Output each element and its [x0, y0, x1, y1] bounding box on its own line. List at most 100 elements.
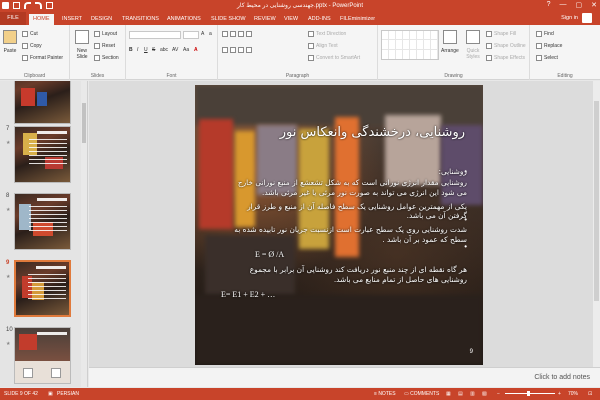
drawing-group: Arrange Quick Styles Shape Fill Shape Ou…	[378, 25, 530, 80]
slide-thumbnail[interactable]	[14, 193, 71, 250]
clipboard-group-label: Clipboard	[23, 73, 46, 79]
zoom-slider-thumb[interactable]	[527, 391, 530, 396]
paragraph-group-label: Paragraph	[285, 73, 310, 79]
slide-thumbnail[interactable]	[14, 327, 71, 384]
thumbnail-row-partial[interactable]	[0, 81, 86, 129]
bullets-button[interactable]	[222, 31, 252, 37]
thumbnail-row[interactable]: 10 ★	[0, 327, 86, 387]
body-bullet: روشنایی مقدار انرژی نورانی است که به شکل…	[237, 178, 467, 197]
text-shadow-button[interactable]: abc	[160, 47, 168, 53]
change-case-button[interactable]: Aa	[183, 47, 189, 53]
notes-button[interactable]: ≡ NOTES	[374, 391, 396, 397]
slideshow-view-icon[interactable]: ▧	[482, 391, 487, 397]
window-title: ﺟﻬﻨﺪسی ﺭوﺷﻨﺎیی ﺩﺭ ﻣﺤﯿﻂ ﮐﺎﺭ.pptx - PowerP…	[236, 3, 364, 9]
help-button[interactable]: ?	[547, 1, 551, 9]
quick-styles-button[interactable]: Quick Styles	[462, 30, 484, 60]
thumbnails-scrollbar[interactable]	[81, 81, 87, 387]
bullets-icon	[222, 31, 228, 37]
notes-pane[interactable]: Click to add notes	[89, 367, 600, 387]
italic-button[interactable]: I	[137, 47, 138, 53]
editor-vertical-scrollbar[interactable]	[593, 81, 600, 367]
section-button[interactable]: Section	[94, 55, 119, 61]
strikethrough-button[interactable]: S	[152, 47, 155, 53]
drawing-group-label: Drawing	[444, 73, 463, 79]
shape-effects-button[interactable]: Shape Effects	[486, 55, 525, 61]
minimize-button[interactable]: —	[560, 1, 567, 9]
thumbnail-row[interactable]: 7 ★	[0, 126, 86, 188]
zoom-level[interactable]: 70%	[568, 391, 578, 397]
notes-placeholder[interactable]: Click to add notes	[534, 374, 590, 381]
font-color-button[interactable]: A	[194, 47, 198, 53]
bold-button[interactable]: B	[129, 47, 133, 53]
scissors-icon	[22, 31, 28, 37]
comments-button[interactable]: ▭ COMMENTS	[404, 391, 439, 397]
thumbnail-row-selected[interactable]: 9 ★	[0, 260, 86, 322]
reading-view-icon[interactable]: ▥	[470, 391, 475, 397]
slide-canvas[interactable]: روشنایی، درخشندگی وانعکاس نور • • • روشن…	[195, 85, 483, 365]
paste-button[interactable]: Paste	[3, 30, 17, 54]
tab-review[interactable]: REVIEW	[250, 14, 280, 25]
tab-transitions[interactable]: TRANSITIONS	[118, 14, 163, 25]
find-button[interactable]: Find	[536, 31, 554, 37]
spellcheck-icon[interactable]: ▣	[48, 391, 53, 397]
language-indicator[interactable]: PERSIAN	[57, 391, 79, 397]
thumbnails-scrollbar-thumb[interactable]	[82, 103, 86, 143]
font-name-field[interactable]	[129, 31, 181, 39]
sign-in-link[interactable]: Sign in	[561, 15, 578, 21]
copy-button[interactable]: Copy	[22, 43, 42, 49]
format-painter-button[interactable]: Format Painter	[22, 55, 63, 61]
slide-title[interactable]: روشنایی، درخشندگی وانعکاس نور	[280, 125, 465, 140]
zoom-out-button[interactable]: −	[497, 391, 500, 397]
close-button[interactable]: ✕	[591, 1, 597, 9]
select-button[interactable]: Select	[536, 55, 558, 61]
font-size-field[interactable]	[183, 31, 199, 39]
reset-button[interactable]: Reset	[94, 43, 115, 49]
convert-smartart-button[interactable]: Convert to SmartArt	[308, 55, 360, 61]
tab-insert[interactable]: INSERT	[58, 14, 86, 25]
underline-button[interactable]: U	[144, 47, 148, 53]
avatar[interactable]	[582, 13, 592, 23]
normal-view-icon[interactable]: ▦	[446, 391, 451, 397]
slide-sorter-icon[interactable]: ▤	[458, 391, 463, 397]
animation-star-icon: ★	[6, 207, 11, 213]
slide-thumbnail[interactable]	[14, 126, 71, 183]
tab-home[interactable]: HOME	[29, 14, 54, 25]
tab-design[interactable]: DESIGN	[87, 14, 116, 25]
tab-slide-show[interactable]: SLIDE SHOW	[207, 14, 250, 25]
character-spacing-button[interactable]: AV	[172, 47, 178, 53]
slide-page-number: 9	[469, 349, 473, 355]
thumbnail-title-lines	[37, 332, 67, 335]
thumbnail-row[interactable]: 8 ★	[0, 193, 86, 255]
font-group-label: Font	[166, 73, 177, 79]
shrink-font-icon[interactable]: a	[209, 31, 212, 37]
shape-fill-button[interactable]: Shape Fill	[486, 31, 516, 37]
fit-to-window-icon[interactable]: ⊡	[588, 391, 592, 397]
slide-thumbnail[interactable]	[14, 81, 71, 124]
tab-animations[interactable]: ANIMATIONS	[163, 14, 205, 25]
slide-body[interactable]: روشنایی: روشنایی مقدار انرژی نورانی است …	[221, 167, 467, 305]
slide-thumbnail-selected[interactable]	[14, 260, 71, 317]
zoom-slider[interactable]	[505, 393, 555, 394]
shape-outline-button[interactable]: Shape Outline	[486, 43, 526, 49]
shapes-gallery[interactable]	[381, 30, 439, 60]
editing-group-label: Editing	[557, 73, 573, 79]
align-text-button[interactable]: Align Text	[308, 43, 338, 49]
tab-fileminimizer[interactable]: FILEminimizer	[336, 14, 379, 25]
editor-scrollbar-thumb[interactable]	[594, 101, 599, 301]
replace-button[interactable]: Replace	[536, 43, 562, 49]
zoom-in-button[interactable]: +	[558, 391, 561, 397]
cut-button[interactable]: Cut	[22, 31, 38, 37]
text-direction-button[interactable]: Text Direction	[308, 31, 346, 37]
alignment-buttons[interactable]	[222, 47, 252, 53]
layout-button[interactable]: Layout	[94, 31, 117, 37]
tab-view[interactable]: VIEW	[280, 14, 302, 25]
status-bar: SLIDE 9 OF 42 ▣ PERSIAN ≡ NOTES ▭ COMMEN…	[0, 388, 600, 400]
reset-icon	[94, 43, 100, 49]
arrange-button[interactable]: Arrange	[441, 30, 459, 54]
tab-add-ins[interactable]: ADD-INS	[304, 14, 335, 25]
slide-thumbnails-pane[interactable]: 7 ★ 8 ★ 9 ★ 10 ★	[0, 81, 88, 387]
new-slide-button[interactable]: New Slide	[72, 30, 92, 60]
maximize-button[interactable]: ▢	[576, 1, 583, 9]
grow-font-icon[interactable]: A	[201, 31, 204, 37]
tab-file[interactable]: FILE	[0, 12, 26, 25]
